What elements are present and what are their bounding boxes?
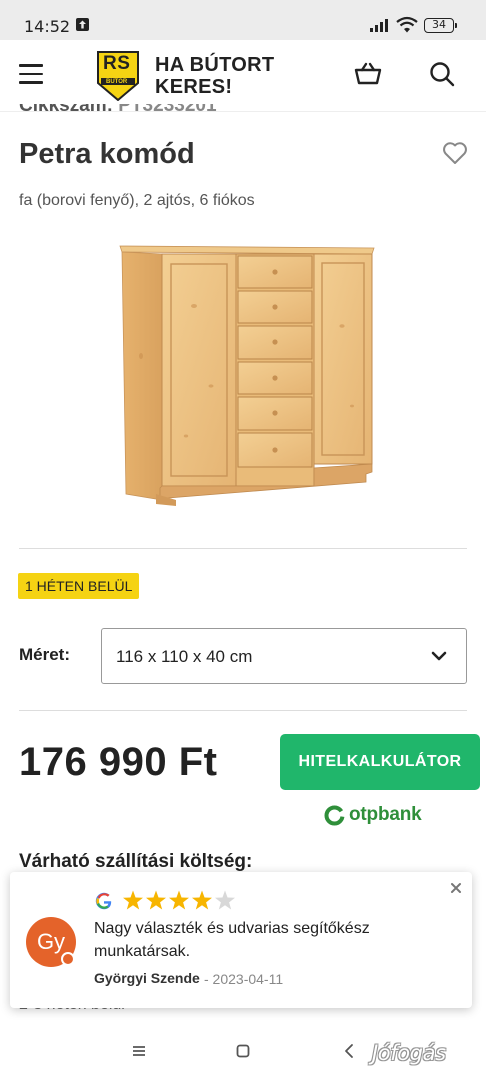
status-bar: 14:52 34 (0, 0, 486, 40)
basket-icon[interactable] (354, 62, 382, 86)
product-image[interactable] (116, 236, 378, 506)
rating-stars (123, 890, 235, 910)
logo-slogan-line2: KERES! (155, 76, 233, 98)
battery-icon: 34 (424, 18, 457, 33)
sku-line: Cikkszám: PT3233201 (19, 104, 217, 122)
size-select[interactable]: 116 x 110 x 40 cm (101, 628, 467, 684)
star-filled-icon (146, 890, 166, 910)
logo-badge-bottom: BÚTOR (106, 79, 128, 85)
review-date: - 2023-04-11 (204, 971, 284, 987)
star-filled-icon (123, 890, 143, 910)
divider (19, 548, 467, 549)
wifi-icon (396, 16, 418, 33)
search-icon[interactable] (429, 61, 455, 87)
status-time: 14:52 (24, 17, 71, 36)
shipping-cost-title: Várható szállítási költség: (19, 851, 253, 872)
signal-icon (370, 19, 388, 32)
chevron-down-icon (431, 651, 447, 661)
availability-badge: 1 HÉTEN BELÜL (18, 573, 140, 599)
logo-badge-top: RS (103, 53, 131, 74)
credit-calculator-button[interactable]: HITELKALKULÁTOR (280, 734, 480, 790)
otp-bank-label: otpbank (349, 804, 422, 825)
logo-slogan-line1: HA BÚTORT (155, 54, 275, 76)
star-empty-icon (215, 890, 235, 910)
logo-slogan[interactable]: HA BÚTORT KERES! (155, 54, 274, 98)
recent-apps-icon[interactable] (132, 1045, 146, 1057)
review-text: Nagy választék és udvarias segítőkész mu… (94, 920, 370, 960)
back-icon[interactable] (343, 1043, 355, 1059)
sku-label: Cikkszám: (19, 104, 113, 116)
heart-icon[interactable] (442, 141, 468, 165)
site-header: RS BÚTOR HA BÚTORT KERES! (0, 40, 486, 112)
close-icon[interactable] (450, 882, 462, 894)
menu-icon[interactable] (19, 64, 43, 84)
star-filled-icon (192, 890, 212, 910)
product-subtitle: fa (borovi fenyő), 2 ajtós, 6 fiókos (19, 192, 255, 209)
home-icon[interactable] (236, 1044, 250, 1058)
size-label: Méret: (19, 645, 71, 664)
product-price: 176 990 Ft (19, 740, 218, 784)
avatar-star-badge (61, 952, 75, 966)
review-popup[interactable]: Gy Nagy választék és udvarias segítőkész… (10, 872, 472, 1008)
star-filled-icon (169, 890, 189, 910)
jofogas-watermark: Jófogás (372, 1041, 446, 1065)
google-icon (95, 892, 112, 910)
reviewer-name: Györgyi Szende (94, 970, 200, 986)
size-select-value: 116 x 110 x 40 cm (116, 647, 253, 666)
divider (19, 710, 467, 711)
upload-notification-icon (76, 18, 89, 31)
product-title: Petra komód (19, 138, 195, 170)
otp-bank-icon (324, 805, 345, 826)
system-navigation-bar: Jófogás (0, 1024, 486, 1080)
sku-value: PT3233201 (118, 104, 217, 116)
